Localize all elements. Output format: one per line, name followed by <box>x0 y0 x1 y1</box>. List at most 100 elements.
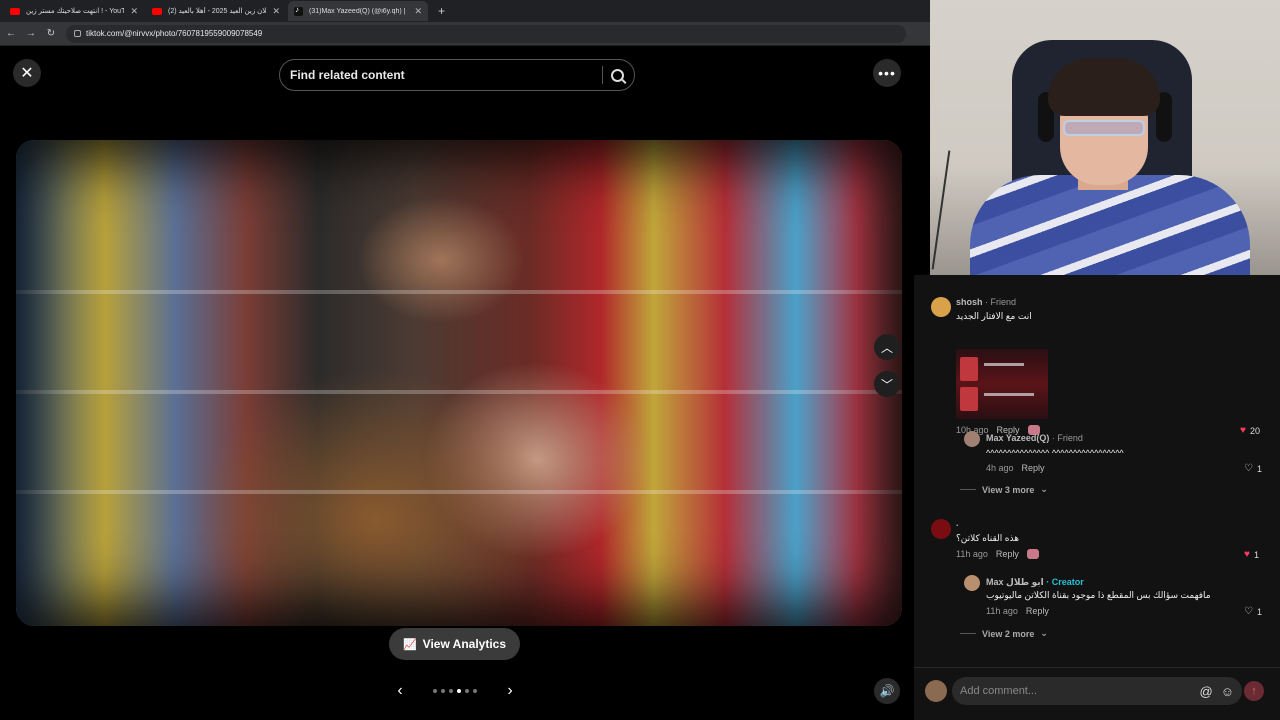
chevron-down-icon: ⌄ <box>1040 628 1048 638</box>
comment-image[interactable] <box>956 349 1048 419</box>
avatar[interactable] <box>964 431 980 447</box>
analytics-label: View Analytics <box>422 637 507 651</box>
friend-tag: · Friend <box>985 297 1017 307</box>
youtube-icon <box>152 7 162 15</box>
forward-icon[interactable]: → <box>26 28 36 39</box>
reply-button[interactable]: Reply <box>1026 606 1049 616</box>
reply-button[interactable]: Reply <box>996 549 1019 559</box>
search-icon[interactable] <box>611 68 624 82</box>
heart-icon: ♥ <box>1240 425 1246 436</box>
reply-time: 4h ago <box>986 463 1014 473</box>
url-text: tiktok.com/@nirvvx/photo/760781955900907… <box>86 29 263 38</box>
view-more-label: View 3 more <box>982 484 1035 495</box>
carousel-dot[interactable] <box>473 689 477 693</box>
author-name: Max ابو طلال <box>986 577 1044 587</box>
heart-outline-icon: ♡ <box>1244 463 1253 474</box>
chevron-up-icon: ︿ <box>880 340 893 355</box>
like-count: 1 <box>1256 463 1262 474</box>
site-info-icon[interactable] <box>74 30 81 37</box>
search-bar[interactable]: Find related content <box>279 59 635 91</box>
reply-author[interactable]: Max ابو طلال · Creator <box>986 577 1084 588</box>
view-analytics-button[interactable]: 📈 View Analytics <box>389 628 520 660</box>
browser-tab[interactable]: انتهت صلاحيتك مستر زين ! - YouTube ✕ <box>4 1 144 21</box>
person-sweater <box>970 175 1250 275</box>
comment-text: هذه القناه كلاتن؟ <box>956 533 1019 543</box>
comment-text: انت مع الافتار الجديد <box>956 311 1032 321</box>
tab-label: (31)Max Yazeed(Q) (@i6y.qh) | <box>309 7 406 15</box>
heart-icon: ♥ <box>1244 549 1250 560</box>
reply-button[interactable]: Reply <box>1022 463 1045 473</box>
chart-icon: 📈 <box>402 638 417 651</box>
image-text-line <box>984 363 1024 366</box>
divider-line <box>960 489 976 490</box>
avatar[interactable] <box>931 297 951 317</box>
comment-author[interactable]: shosh · Friend <box>956 297 1016 307</box>
avatar[interactable] <box>964 575 980 591</box>
more-icon: ••• <box>878 65 896 81</box>
view-more-replies[interactable]: View 2 more ⌄ <box>960 628 1048 639</box>
author-name: . <box>956 518 959 528</box>
search-input[interactable]: Find related content <box>290 68 602 82</box>
volume-button[interactable]: 🔊 <box>874 678 900 704</box>
close-tab-icon[interactable]: ✕ <box>414 6 422 17</box>
close-button[interactable]: ✕ <box>13 59 41 87</box>
comment-input[interactable]: Add comment... @ ☺ <box>952 677 1242 705</box>
reload-icon[interactable]: ↻ <box>46 28 56 39</box>
avatar[interactable] <box>931 519 951 539</box>
url-field[interactable]: tiktok.com/@nirvvx/photo/760781955900907… <box>66 24 906 43</box>
tab-label: انتهت صلاحيتك مستر زين ! - YouTube <box>26 8 125 15</box>
like-button[interactable]: ♡ 1 <box>1244 463 1262 474</box>
author-name: Max Yazeed(Q) <box>986 433 1050 443</box>
webcam-overlay <box>930 0 1280 275</box>
like-count: 20 <box>1249 425 1260 436</box>
heart-outline-icon: ♡ <box>1244 606 1253 617</box>
previous-post-button[interactable]: ︿ <box>874 334 900 360</box>
post-photo[interactable] <box>16 140 902 626</box>
more-options-button[interactable]: ••• <box>873 59 901 87</box>
carousel-dots <box>433 689 477 693</box>
close-icon: ✕ <box>20 65 34 82</box>
like-button[interactable]: ♡ 1 <box>1244 606 1262 617</box>
carousel-dot[interactable] <box>449 689 453 693</box>
comment-author[interactable]: . <box>956 518 959 528</box>
browser-tab[interactable]: (2) إعلان زين العيد 2025 - أهلا بالعيد ✕ <box>146 1 286 21</box>
browser-tab-active[interactable]: (31)Max Yazeed(Q) (@i6y.qh) | ✕ <box>288 1 428 21</box>
send-button[interactable]: ↑ <box>1244 681 1264 701</box>
like-button[interactable]: ♥ 20 <box>1240 425 1260 436</box>
friend-tag: · Friend <box>1051 433 1083 443</box>
reply-text: ^^^^^^^^^^^^^^^ ^^^^^^^^^^^^^^^^^ <box>986 448 1124 458</box>
close-tab-icon[interactable]: ✕ <box>272 6 280 17</box>
person-glasses <box>1063 120 1145 136</box>
reply-time: 11h ago <box>986 606 1018 616</box>
emoji-icon[interactable]: ☺ <box>1221 684 1234 699</box>
like-count: 1 <box>1253 549 1259 560</box>
next-post-button[interactable]: ﹀ <box>874 371 900 397</box>
photo-carousel-controls: ‹ › <box>390 680 520 702</box>
carousel-dot[interactable] <box>433 689 437 693</box>
emote-icon[interactable] <box>1026 549 1039 559</box>
reply-meta: 11h ago Reply <box>986 606 1049 616</box>
mention-icon[interactable]: @ <box>1200 684 1213 699</box>
reply-meta: 4h ago Reply <box>986 463 1045 473</box>
comments-panel: shosh · Friend انت مع الافتار الجديد 10h… <box>914 275 1280 667</box>
chevron-right-icon[interactable]: › <box>500 682 520 700</box>
carousel-dot[interactable] <box>457 689 461 693</box>
view-more-replies[interactable]: View 3 more ⌄ <box>960 484 1048 495</box>
tab-label: (2) إعلان زين العيد 2025 - أهلا بالعيد <box>168 8 267 15</box>
new-tab-button[interactable]: + <box>430 4 453 18</box>
divider-line <box>960 633 976 634</box>
search-divider <box>602 66 603 84</box>
reply-author[interactable]: Max Yazeed(Q) · Friend <box>986 433 1083 443</box>
chevron-down-icon: ﹀ <box>880 377 893 392</box>
back-icon[interactable]: ← <box>6 28 16 39</box>
close-tab-icon[interactable]: ✕ <box>130 6 138 17</box>
image-thumb <box>960 357 978 381</box>
like-button[interactable]: ♥ 1 <box>1244 549 1259 560</box>
chevron-down-icon: ⌄ <box>1040 484 1048 494</box>
chevron-left-icon[interactable]: ‹ <box>390 682 410 700</box>
comment-composer: Add comment... @ ☺ ↑ <box>914 667 1280 720</box>
carousel-dot[interactable] <box>441 689 445 693</box>
photo-viewer: ✕ Find related content ••• ︿ ﹀ 📈 View An… <box>0 46 914 720</box>
author-name: shosh <box>956 297 983 307</box>
carousel-dot[interactable] <box>465 689 469 693</box>
